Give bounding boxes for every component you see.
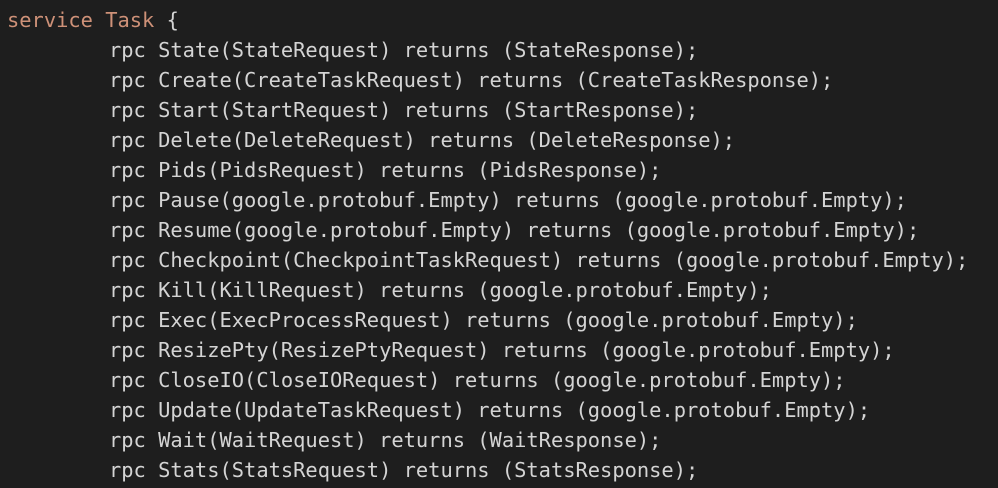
service-declaration-line[interactable]: service Task { (7, 5, 179, 35)
code-line-rpc-checkpoint[interactable]: rpc Checkpoint(CheckpointTaskRequest) re… (7, 245, 968, 275)
code-line-rpc-pause[interactable]: rpc Pause(google.protobuf.Empty) returns… (7, 185, 907, 215)
code-line-rpc-resizepty[interactable]: rpc ResizePty(ResizePtyRequest) returns … (7, 335, 895, 365)
service-keyword: service (7, 8, 93, 32)
code-line-rpc-update[interactable]: rpc Update(UpdateTaskRequest) returns (g… (7, 395, 870, 425)
service-name: Task (105, 8, 155, 32)
open-brace: { (166, 8, 179, 32)
code-line-rpc-state[interactable]: rpc State(StateRequest) returns (StateRe… (7, 35, 698, 65)
code-line-rpc-stats[interactable]: rpc Stats(StatsRequest) returns (StatsRe… (7, 455, 698, 485)
code-line-rpc-pids[interactable]: rpc Pids(PidsRequest) returns (PidsRespo… (7, 155, 661, 185)
code-line-rpc-kill[interactable]: rpc Kill(KillRequest) returns (google.pr… (7, 275, 772, 305)
code-line-rpc-wait[interactable]: rpc Wait(WaitRequest) returns (WaitRespo… (7, 425, 661, 455)
code-line-rpc-exec[interactable]: rpc Exec(ExecProcessRequest) returns (go… (7, 305, 858, 335)
code-line-rpc-resume[interactable]: rpc Resume(google.protobuf.Empty) return… (7, 215, 919, 245)
code-line-rpc-create[interactable]: rpc Create(CreateTaskRequest) returns (C… (7, 65, 833, 95)
code-line-rpc-start[interactable]: rpc Start(StartRequest) returns (StartRe… (7, 95, 698, 125)
code-line-rpc-closeio[interactable]: rpc CloseIO(CloseIORequest) returns (goo… (7, 365, 846, 395)
code-line-rpc-delete[interactable]: rpc Delete(DeleteRequest) returns (Delet… (7, 125, 735, 155)
code-editor[interactable]: service Task { rpc State(StateRequest) r… (0, 0, 998, 488)
